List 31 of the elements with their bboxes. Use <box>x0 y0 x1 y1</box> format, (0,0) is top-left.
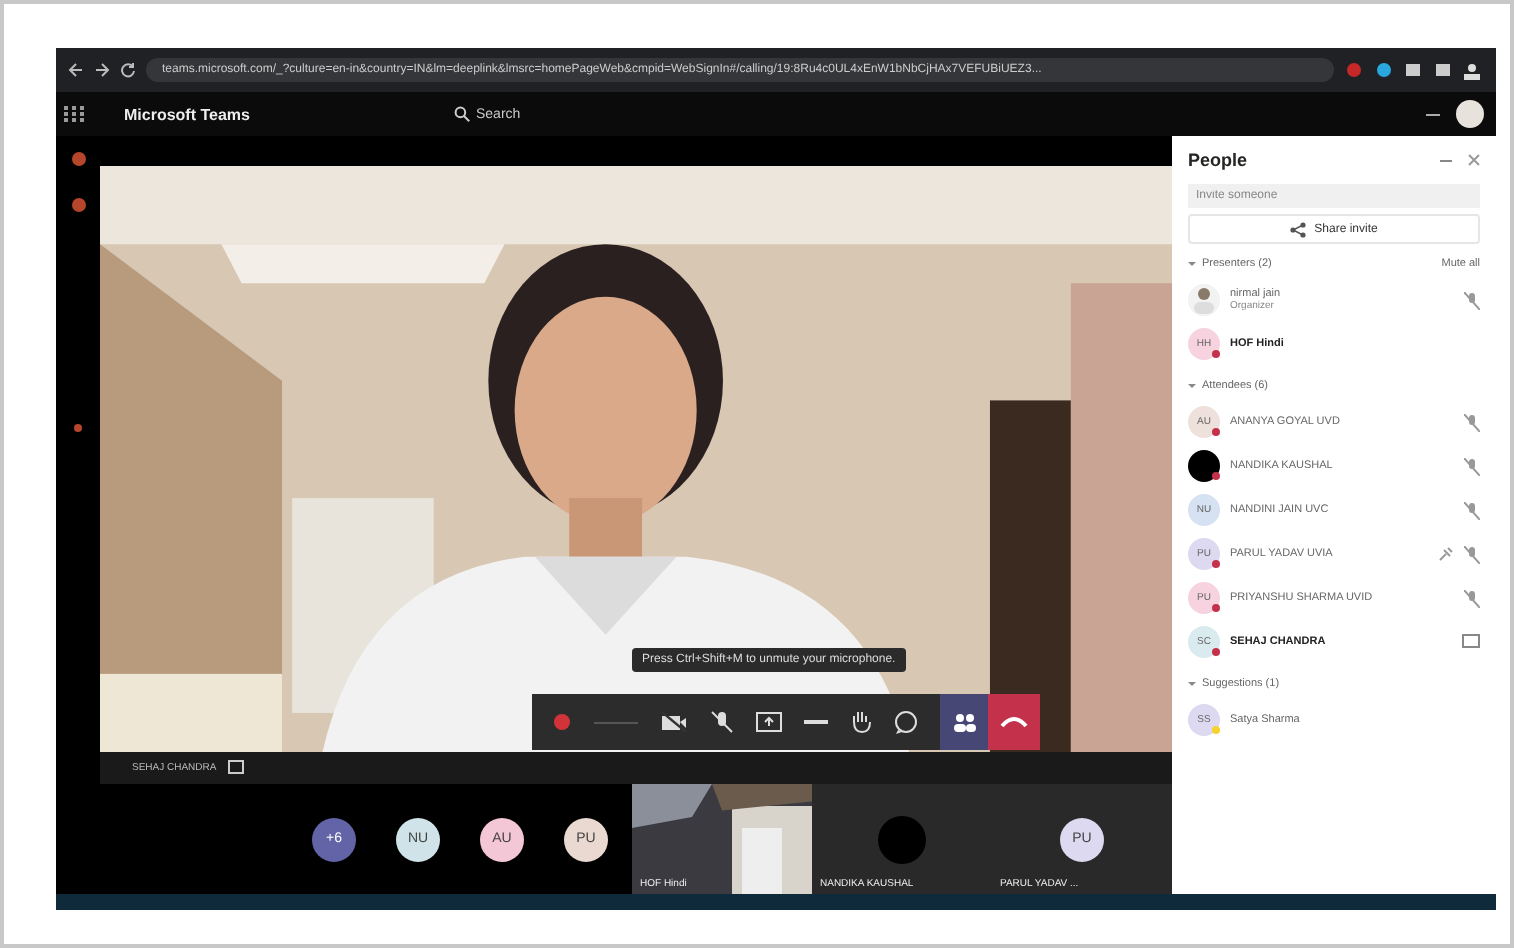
avatar-icon <box>1188 450 1220 482</box>
minimize-icon[interactable] <box>1440 159 1452 161</box>
more-options-icon[interactable] <box>804 718 828 726</box>
people-icon <box>952 712 976 732</box>
mic-off-icon[interactable] <box>710 710 734 734</box>
caret-icon[interactable] <box>1188 261 1196 265</box>
app-title: Microsoft Teams <box>124 105 250 123</box>
raise-hand-icon[interactable] <box>850 710 872 734</box>
caret-icon[interactable] <box>1188 383 1196 387</box>
chat-bubble-icon[interactable] <box>894 710 918 734</box>
reload-icon[interactable] <box>120 62 136 78</box>
person-silhouette-icon <box>1188 284 1220 316</box>
search-icon <box>453 106 470 122</box>
profile-avatar[interactable] <box>1456 100 1484 128</box>
share-icon <box>1290 221 1307 237</box>
caret-icon[interactable] <box>1188 681 1196 685</box>
participants-button[interactable] <box>940 694 988 750</box>
phone-icon <box>1000 716 1028 728</box>
panel-title: People <box>1188 150 1248 170</box>
hang-up-button[interactable] <box>988 694 1040 750</box>
forward-icon[interactable] <box>94 62 110 78</box>
avatar-icon <box>878 815 926 863</box>
pin-icon[interactable] <box>1438 546 1454 562</box>
screen-share-icon <box>228 760 245 776</box>
close-icon[interactable] <box>1468 154 1480 166</box>
extension-icons[interactable] <box>1344 60 1484 80</box>
back-icon[interactable] <box>68 62 84 78</box>
app-launcher-icon[interactable] <box>64 106 84 122</box>
camera-off-icon[interactable] <box>660 712 688 732</box>
share-screen-icon[interactable] <box>756 712 782 732</box>
record-icon[interactable] <box>552 712 572 732</box>
